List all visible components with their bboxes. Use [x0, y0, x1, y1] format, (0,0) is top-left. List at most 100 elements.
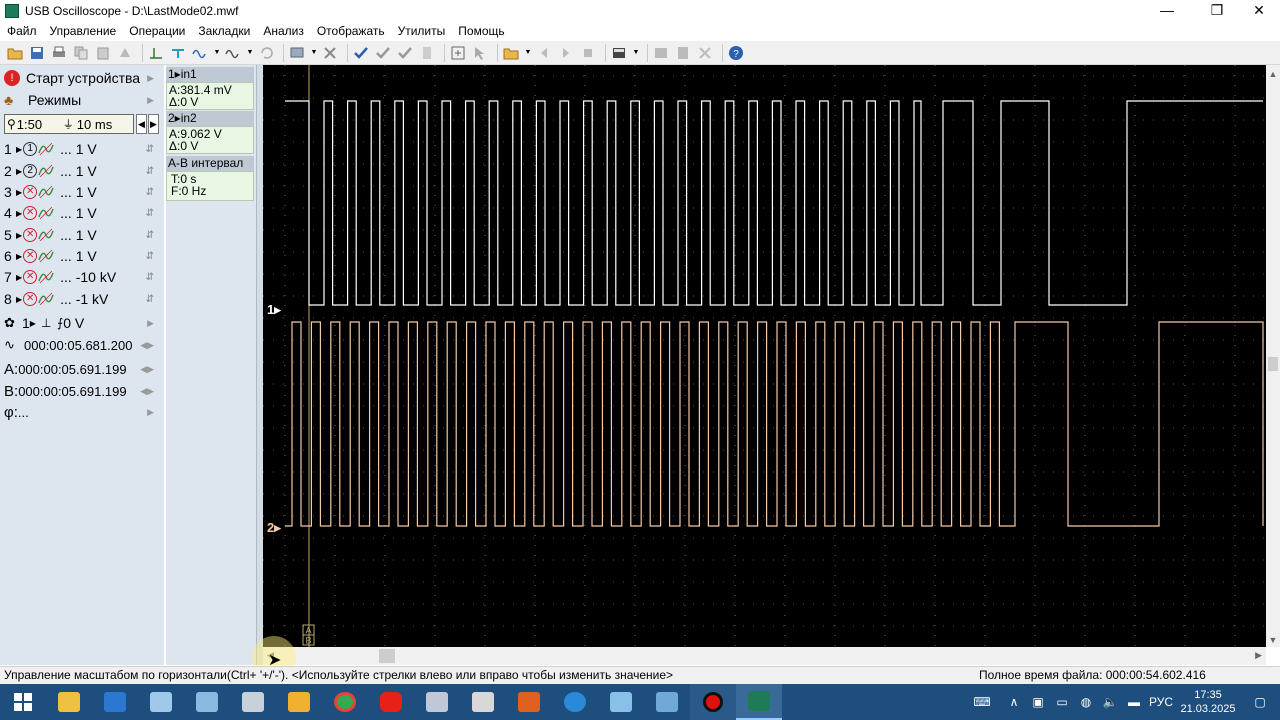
channel-coupling-icon[interactable] — [38, 270, 54, 284]
channel-disabled-icon[interactable] — [23, 270, 38, 284]
channel-settings-icon[interactable]: ⇵ — [146, 144, 154, 155]
channel-row-7[interactable]: 7 ▶ ... -10 kV ⇵ — [4, 267, 160, 287]
print-icon[interactable] — [50, 44, 68, 62]
step-back-icon[interactable] — [535, 44, 553, 62]
check-all-icon[interactable] — [396, 44, 414, 62]
start-button[interactable] — [0, 684, 46, 720]
channel-coupling-icon[interactable] — [38, 185, 54, 199]
edge-icon[interactable] — [552, 684, 598, 720]
menu-analysis[interactable]: Анализ — [256, 22, 310, 40]
zoom-control[interactable]: ⚲ 1:50 ⏚ 10 ms — [4, 114, 134, 134]
ab-interval-header[interactable]: A-B интервал — [166, 156, 254, 171]
channel-coupling-icon[interactable] — [38, 206, 54, 220]
page-icon[interactable] — [418, 44, 436, 62]
channel-disabled-icon[interactable] — [23, 185, 38, 199]
channel-disabled-icon[interactable] — [23, 228, 38, 242]
menu-view[interactable]: Отображать — [310, 22, 391, 40]
channel-row-3[interactable]: 3 ▶ ... 1 V ⇵ — [4, 182, 160, 202]
vertical-scrollbar[interactable]: ▲ ▼ — [1266, 65, 1280, 647]
menu-help[interactable]: Помощь — [451, 22, 510, 40]
marker-b-row[interactable]: B: 000:00:05.691.199 ◀▶ — [4, 381, 160, 401]
zoom-fit-icon[interactable] — [449, 44, 467, 62]
channel-row-5[interactable]: 5 ▶ ... 1 V ⇵ — [4, 225, 160, 245]
channel-row-8[interactable]: 8 ▶ ... -1 kV ⇵ — [4, 289, 160, 309]
language-indicator[interactable]: РУС — [1146, 684, 1176, 720]
recorder-icon[interactable] — [690, 684, 736, 720]
math-dropdown-icon[interactable]: ▼ — [246, 44, 254, 62]
keyboard-icon[interactable]: ⌨ — [962, 684, 1002, 720]
play-icon[interactable] — [557, 44, 575, 62]
channel-coupling-icon[interactable] — [38, 228, 54, 242]
channel-disabled-icon[interactable] — [23, 292, 38, 306]
camera-icon[interactable]: ▣ — [1026, 684, 1050, 720]
signal-dropdown-icon[interactable]: ▼ — [213, 44, 221, 62]
help-icon[interactable]: ? — [727, 44, 745, 62]
delay-row[interactable]: ∿ 000:00:05.681.200 ◀▶ — [4, 335, 160, 355]
app-r-icon[interactable] — [506, 684, 552, 720]
signal-icon[interactable] — [191, 44, 209, 62]
marker-a-row[interactable]: A: 000:00:05.691.199 ◀▶ — [4, 359, 160, 379]
channel-enabled-icon[interactable]: 2 — [23, 164, 38, 178]
tools-icon[interactable] — [696, 44, 714, 62]
stop-icon[interactable] — [579, 44, 597, 62]
volume-icon[interactable]: 🔈 — [1098, 684, 1122, 720]
vertical-scroll-thumb[interactable] — [1268, 357, 1278, 371]
horizontal-scroll-thumb[interactable] — [379, 649, 395, 663]
settings-app-icon[interactable] — [598, 684, 644, 720]
youtube-icon[interactable] — [368, 684, 414, 720]
channel-disabled-icon[interactable] — [23, 206, 38, 220]
save-icon[interactable] — [28, 44, 46, 62]
report-icon[interactable] — [674, 44, 692, 62]
battery-icon[interactable]: ▬ — [1122, 684, 1146, 720]
menu-bookmarks[interactable]: Закладки — [191, 22, 256, 40]
modes-button[interactable]: ♣ Режимы ▶ — [4, 90, 160, 110]
display-dropdown-icon[interactable]: ▼ — [310, 44, 318, 62]
scroll-right-icon[interactable]: ▶ — [1255, 650, 1262, 661]
notes-icon[interactable] — [138, 684, 184, 720]
cursor-icon[interactable] — [471, 44, 489, 62]
copy-icon[interactable] — [72, 44, 90, 62]
minimize-button[interactable]: — — [1144, 0, 1190, 22]
usb-icon[interactable]: ▭ — [1050, 684, 1074, 720]
phase-row[interactable]: φ: ... ▶ — [4, 402, 160, 422]
export-icon[interactable] — [116, 44, 134, 62]
screenshot-icon[interactable] — [652, 44, 670, 62]
channel-settings-icon[interactable]: ⇵ — [146, 294, 154, 305]
app-x-icon[interactable] — [460, 684, 506, 720]
mail-icon[interactable] — [92, 684, 138, 720]
calculator-icon[interactable] — [230, 684, 276, 720]
delete-icon[interactable] — [321, 44, 339, 62]
menu-utilities[interactable]: Утилиты — [391, 22, 452, 40]
menu-control[interactable]: Управление — [43, 22, 123, 40]
in1-header[interactable]: 1▸in1 — [166, 67, 254, 82]
oscilloscope-display[interactable]: 1▸ 2▸ A B — [263, 65, 1266, 647]
channel-settings-icon[interactable]: ⇵ — [146, 272, 154, 283]
close-button[interactable]: ✕ — [1236, 0, 1280, 22]
undo-icon[interactable] — [257, 44, 275, 62]
menu-file[interactable]: Файл — [0, 22, 43, 40]
channel-coupling-icon[interactable] — [38, 142, 54, 156]
open-file-icon[interactable] — [502, 44, 520, 62]
scroll-down-icon[interactable]: ▼ — [1266, 635, 1280, 645]
notifications-icon[interactable]: ▢ — [1240, 684, 1280, 720]
timebase-increase-button[interactable]: ▶ — [148, 114, 159, 134]
channel-disabled-icon[interactable] — [23, 249, 38, 263]
in2-header[interactable]: 2▸in2 — [166, 111, 254, 126]
paint-icon[interactable] — [414, 684, 460, 720]
check-double-icon[interactable] — [374, 44, 392, 62]
channel-settings-icon[interactable]: ⇵ — [146, 251, 154, 262]
paste-icon[interactable] — [94, 44, 112, 62]
channel-enabled-icon[interactable]: 1 — [23, 142, 38, 156]
show-hidden-icons-icon[interactable]: ∧ — [1002, 684, 1026, 720]
math-signal-icon[interactable] — [224, 44, 242, 62]
layout-icon[interactable] — [610, 44, 628, 62]
layout-dropdown-icon[interactable]: ▼ — [632, 44, 640, 62]
trigger-icon[interactable] — [147, 44, 165, 62]
laptop-icon[interactable] — [644, 684, 690, 720]
display-icon[interactable] — [288, 44, 306, 62]
probe-icon[interactable] — [169, 44, 187, 62]
oscilloscope-app-icon[interactable] — [736, 684, 782, 720]
network-icon[interactable]: ◍ — [1074, 684, 1098, 720]
start-device-button[interactable]: ! Старт устройства ▶ — [4, 68, 160, 88]
menu-operations[interactable]: Операции — [122, 22, 191, 40]
